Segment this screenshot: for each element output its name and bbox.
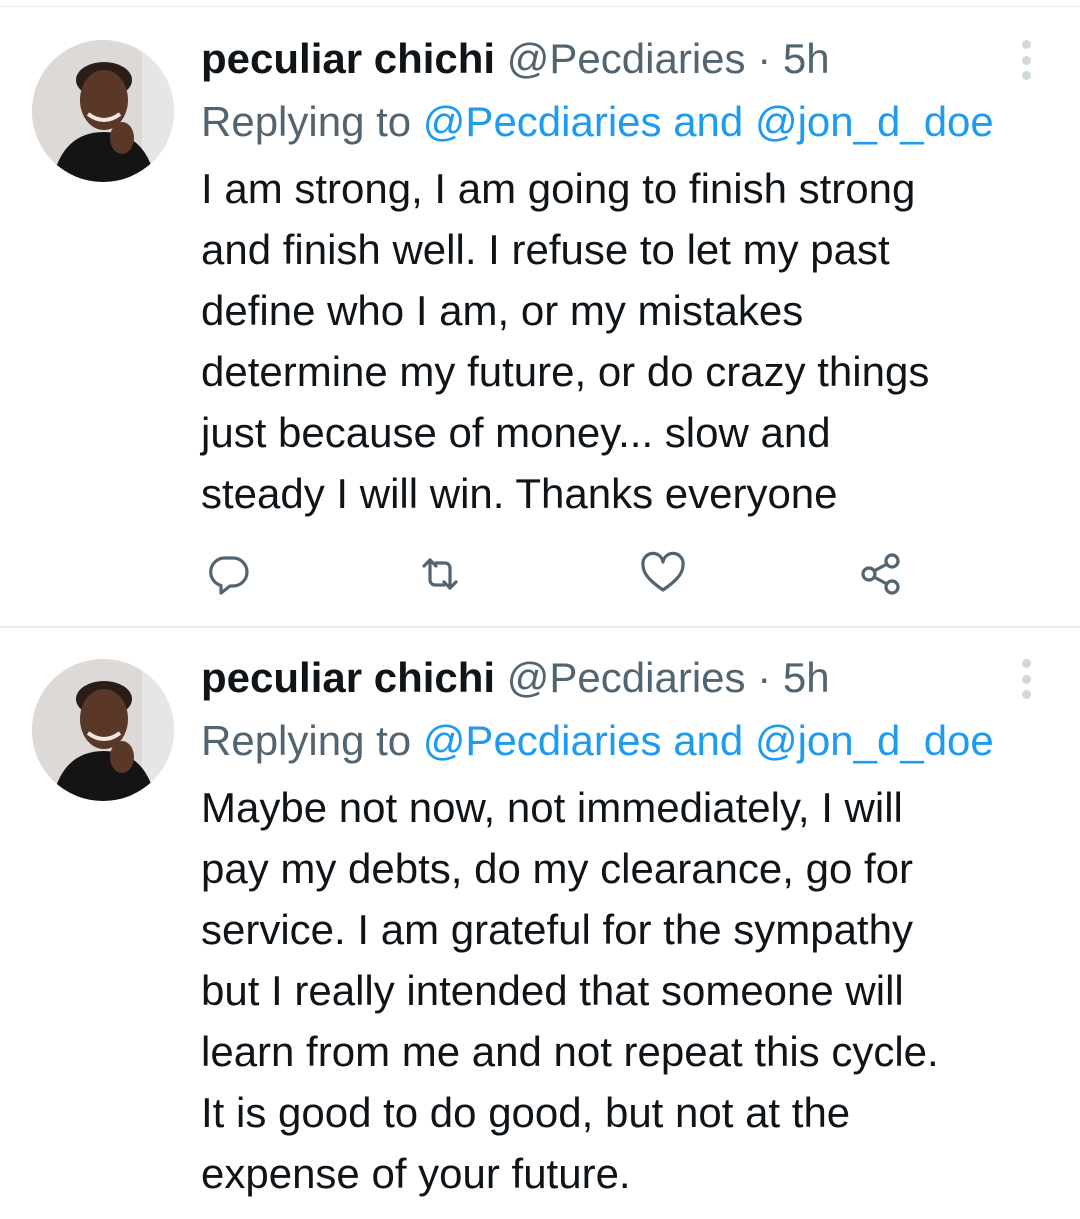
replying-to: Replying to @Pecdiaries and @jon_d_doe [201,97,994,147]
separator: · [757,654,772,701]
replying-to-label: Replying to [201,98,423,145]
author-name[interactable]: peculiar chichi [201,35,495,82]
replying-to-link[interactable]: @Pecdiaries and @jon_d_doe [423,717,994,764]
tweet-header: peculiar chichi @Pecdiaries · 5h [201,34,830,84]
tweet-actions [0,548,1080,600]
separator: · [757,35,772,82]
tweet-header: peculiar chichi @Pecdiaries · 5h [201,653,830,703]
author-name[interactable]: peculiar chichi [201,654,495,701]
avatar[interactable] [32,659,174,801]
retweet-icon[interactable] [414,548,466,600]
tweet[interactable]: peculiar chichi @Pecdiaries · 5h Replyin… [0,628,1080,1219]
tweet-text: Maybe not now, not immediately, I will p… [201,784,939,1197]
more-options-icon[interactable] [1016,659,1036,699]
tweet-text: I am strong, I am going to finish strong… [201,165,930,517]
replying-to-link[interactable]: @Pecdiaries and @jon_d_doe [423,98,994,145]
author-handle[interactable]: @Pecdiaries [507,654,746,701]
author-handle[interactable]: @Pecdiaries [507,35,746,82]
replying-to-label: Replying to [201,717,423,764]
share-icon[interactable] [855,548,907,600]
avatar-photo [32,40,174,182]
tweet[interactable]: peculiar chichi @Pecdiaries · 5h Replyin… [0,0,1080,628]
timestamp[interactable]: 5h [783,654,830,701]
replying-to: Replying to @Pecdiaries and @jon_d_doe [201,716,994,766]
avatar-photo [32,659,174,801]
reply-icon[interactable] [203,548,255,600]
timestamp[interactable]: 5h [783,35,830,82]
like-icon[interactable] [637,548,689,600]
more-options-icon[interactable] [1016,40,1036,80]
avatar[interactable] [32,40,174,182]
